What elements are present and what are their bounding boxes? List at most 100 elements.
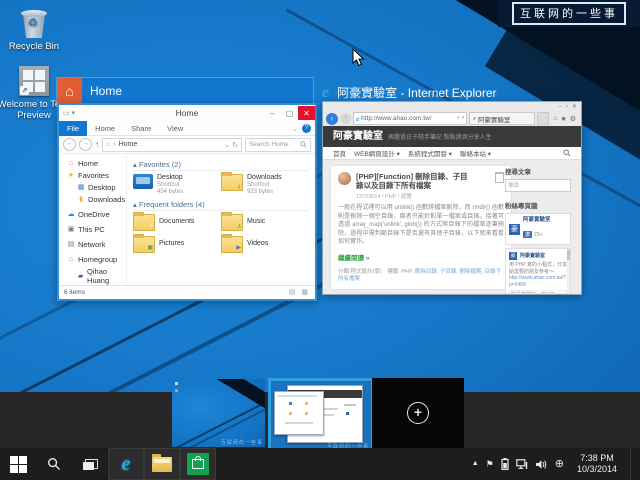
url-field[interactable]: e http://www.ahao.com.tw/ ⌕ ▾ [353,112,467,125]
close-button[interactable]: ✕ [572,103,577,110]
task-view-button[interactable] [72,448,108,480]
taskview-ie-thumbnail[interactable]: – ▫ ✕ ‹ › e http://www.ahao.com.tw/ ⌕ ▾ … [322,101,582,295]
facebook-like-button[interactable]: 讚 [523,231,532,238]
read-more-link[interactable]: 繼續閱讀 » [338,252,504,262]
browser-tab[interactable]: e 阿豪實驗室 [469,112,535,125]
tab-title: 阿豪實驗室 [478,114,511,124]
mouse-cursor [352,48,365,67]
network-icon[interactable] [516,459,529,470]
group-header-favorites[interactable]: ▴ Favorites (2) [133,160,309,171]
forward-button[interactable]: → [79,138,92,151]
favorites-star-icon[interactable]: ★ [560,115,566,123]
url-tools-icons[interactable]: ⌕ ▾ [457,115,465,122]
start-button[interactable] [0,448,36,480]
system-tray: ▲ ⚑ ⊕ 7:38 PM 10/3/2014 [472,448,640,480]
file-item-downloads[interactable]: ↓ Downloads Shortcut 923 bytes [221,174,309,196]
help-icon[interactable]: ? [302,124,311,133]
site-nav-home[interactable]: 首頁 [333,148,346,158]
task-view-icon [83,459,98,470]
nav-item-user[interactable]: ▰Qihao Huang [59,265,126,286]
site-title[interactable]: 阿豪實驗室 [333,126,383,147]
ribbon-tab-view[interactable]: View [159,124,191,133]
desktop-1-thumbnail[interactable]: 互联网的一些事 [172,379,265,447]
minimize-button[interactable]: – [264,106,281,120]
file-item-desktop[interactable]: Desktop Shortcut 454 bytes [133,174,221,196]
sidebar-search-input[interactable]: 搜尋 [505,179,571,192]
nav-item-desktop[interactable]: ▦Desktop [59,181,126,193]
taskbar-search-button[interactable] [36,448,72,480]
action-center-flag-icon[interactable]: ⚑ [486,459,494,469]
post-title[interactable]: [PHP][Function] 刪除目錄、子目錄以及目錄下所有檔案 [356,172,474,190]
settings-gear-icon[interactable]: ⚙ [570,115,576,123]
nav-item-home[interactable]: ⌂Home [59,157,126,169]
ribbon-tab-file[interactable]: File [59,120,87,136]
explorer-nav-pane: ⌂Home ★Favorites ▦Desktop ▮Downloads ☁On… [59,154,127,285]
explorer-content-pane: ▴ Favorites (2) Desktop Shortcut 454 byt… [127,154,315,285]
desktop-2-thumbnail-selected[interactable]: 互联网的一些事 [268,378,374,454]
file-item-pictures[interactable]: ▣ Pictures [133,236,221,253]
desktop-shortcut-icon [133,174,153,189]
ribbon-collapse-icon[interactable]: ⌄ [292,124,298,133]
facebook-page-name[interactable]: 阿豪實驗室 [523,217,551,223]
favicon: e [356,115,359,123]
site-nav-web[interactable]: WEB網頁設計 ▾ [354,148,400,158]
feed-link[interactable]: http://www.ahao.com.tw/?p=2459 [509,275,567,288]
network-icon: ▤ [67,240,75,248]
taskbar-explorer-button[interactable] [144,448,180,480]
taskbar-ie-button[interactable]: e [108,448,144,480]
file-item-documents[interactable]: ≡ Documents [133,214,221,231]
explorer-ribbon: File Home Share View ⌄ ? [59,121,315,136]
show-hidden-icons-button[interactable]: ▲ [472,459,479,469]
taskview-explorer-thumbnail[interactable]: Home ▭ ▾ – ▢ ✕ File Home Share View ⌄ ? … [57,103,317,301]
taskview-explorer-header[interactable]: ⌂ Home [57,78,313,103]
taskbar-store-button[interactable] [180,448,216,480]
author-avatar [338,172,351,185]
nav-item-onedrive[interactable]: ☁OneDrive [59,208,126,220]
file-item-videos[interactable]: ▶ Videos [221,236,309,253]
explorer-search-input[interactable]: Search Home [245,138,311,152]
minimize-button[interactable]: – [558,104,561,110]
windows-logo-icon [10,456,27,473]
show-desktop-button[interactable] [630,448,634,480]
item-count: 6 items [64,289,85,296]
up-button[interactable]: ↑ [95,140,99,149]
input-indicator-icon[interactable]: ⊕ [555,459,564,469]
file-item-music[interactable]: ♪ Music [221,214,309,231]
nav-item-homegroup[interactable]: ⌂Homegroup [59,253,126,265]
home-crumb-icon: ⌂ [106,141,110,148]
desktop-icon: ▦ [77,183,85,191]
nav-item-network[interactable]: ▤Network [59,238,126,250]
nav-item-favorites[interactable]: ★Favorites [59,169,126,181]
add-desktop-button[interactable]: + [372,378,464,448]
facebook-feed-post[interactable]: 豪 阿豪實驗室 用 PHP 寫的小程式，分享給需要的朋友參考～ http://w… [505,248,571,293]
ribbon-tab-home[interactable]: Home [87,124,123,133]
taskbar-clock[interactable]: 7:38 PM 10/3/2014 [571,453,623,475]
site-nav-contact[interactable]: 聯絡本站 ▾ [460,148,491,158]
explorer-titlebar: Home ▭ ▾ – ▢ ✕ [59,105,315,121]
maximize-button[interactable]: ▫ [566,104,568,110]
breadcrumb[interactable]: ⌂ › Home ⌄ ↻ [102,138,242,152]
maximize-button[interactable]: ▢ [281,106,298,120]
view-toggle-icons[interactable]: ▤ ▦ [289,288,310,296]
feed-shared-title[interactable]: 阿豪實驗室 – [PHP][Function] 刪除目錄、子目錄以及目錄下所有檔… [509,290,567,293]
breadcrumb-text: Home [119,141,138,148]
archive-icon [495,172,504,183]
group-header-frequent[interactable]: ▴ Frequent folders (4) [133,200,309,211]
close-button[interactable]: ✕ [298,106,315,120]
internet-explorer-icon: e [322,84,329,102]
nav-item-downloads[interactable]: ▮Downloads [59,193,126,205]
back-button[interactable]: ← [63,138,76,151]
volume-icon[interactable] [536,459,548,470]
site-search-icon[interactable] [563,149,571,157]
feed-scrollbar[interactable] [567,249,570,293]
forward-button[interactable]: › [340,113,351,124]
desktop-icon-recycle-bin[interactable]: ♻ Recycle Bin [2,8,66,52]
nav-item-this-pc[interactable]: ▣This PC [59,223,126,235]
site-nav-dev[interactable]: 系統程式開發 ▾ [408,148,452,158]
back-button[interactable]: ‹ [326,113,338,125]
ribbon-tab-share[interactable]: Share [123,124,159,133]
home-icon[interactable]: ⌂ [553,115,557,123]
new-tab-button[interactable] [537,112,549,125]
battery-icon[interactable] [501,458,509,470]
site-nav: 首頁 WEB網頁設計 ▾ 系統程式開發 ▾ 聯絡本站 ▾ [323,147,581,160]
